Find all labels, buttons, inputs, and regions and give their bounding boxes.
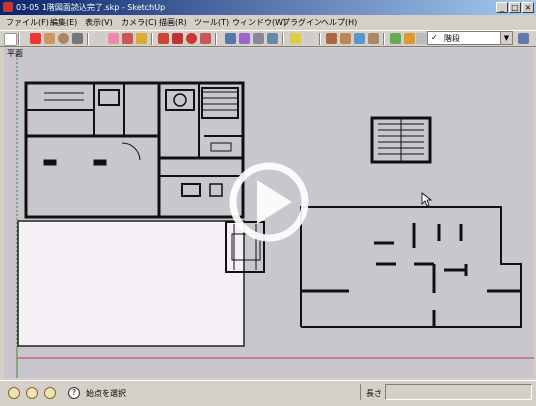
layer-dropdown[interactable]: ✓ 階段 ▼: [427, 31, 513, 45]
measurements-input[interactable]: [385, 384, 532, 400]
maximize-button[interactable]: □: [509, 2, 521, 13]
toolbar-separator: [215, 33, 217, 45]
menu-bar: ファイル(F) 編集(E) 表示(V) カメラ(C) 描画(R) ツール(T) …: [0, 15, 536, 30]
menu-tools[interactable]: ツール(T): [194, 17, 229, 28]
layer-tools-icon[interactable]: [404, 33, 415, 44]
drawing-viewport[interactable]: 平面: [4, 48, 534, 378]
menu-help[interactable]: ヘルプ(H): [321, 17, 357, 28]
measurements-label: 長さ: [366, 389, 382, 398]
circle-tool-icon[interactable]: [58, 33, 69, 44]
mouse-cursor-icon: [421, 192, 433, 207]
menu-camera[interactable]: カメラ(C): [121, 17, 157, 28]
arc-tool-icon[interactable]: [72, 33, 83, 44]
toolbar-separator: [282, 33, 284, 45]
rotate-icon[interactable]: [186, 33, 197, 44]
menu-plugins[interactable]: プラグイン: [282, 17, 322, 28]
help-icon[interactable]: ?: [68, 387, 80, 399]
menu-file[interactable]: ファイル(F): [6, 17, 49, 28]
layer-extra-icon[interactable]: [416, 33, 427, 44]
first-floor-plan: [24, 81, 245, 219]
close-button[interactable]: ×: [522, 2, 534, 13]
credits-icon[interactable]: [26, 387, 38, 399]
layer-dropdown-value: 階段: [444, 34, 460, 43]
status-divider: [360, 384, 361, 400]
dropdown-arrow-icon[interactable]: ▼: [500, 32, 512, 44]
pan-icon[interactable]: [239, 33, 250, 44]
orbit-icon[interactable]: [225, 33, 236, 44]
make-component-icon[interactable]: [94, 33, 105, 44]
geo-location-icon[interactable]: [8, 387, 20, 399]
toolbar-separator: [18, 33, 20, 45]
user-icon[interactable]: [44, 387, 56, 399]
zoom-extents-icon[interactable]: [267, 33, 278, 44]
select-tool-icon[interactable]: [4, 33, 17, 46]
layer-manager-icon[interactable]: [390, 33, 401, 44]
toolbar-separator: [151, 33, 153, 45]
paint-bucket-icon[interactable]: [136, 33, 147, 44]
window-title: 03-05 1階図面読込完了.skp - SketchUp: [16, 3, 166, 12]
minimize-button[interactable]: _: [496, 2, 508, 13]
sketchup-app-icon[interactable]: [3, 2, 13, 12]
layers-window-icon[interactable]: [518, 33, 529, 44]
stair-detail: [370, 116, 432, 164]
second-floor-outline: [300, 206, 522, 328]
title-bar: 03-05 1階図面読込完了.skp - SketchUp _ □ ×: [0, 0, 536, 15]
model-canvas[interactable]: [4, 48, 534, 378]
toolbar-separator: [319, 33, 321, 45]
toolbar-separator: [383, 33, 385, 45]
next-view-icon[interactable]: [304, 33, 315, 44]
toolbar-separator: [87, 33, 89, 45]
menu-view[interactable]: 表示(V): [85, 17, 113, 28]
status-bar: ? 始点を選択 長さ: [0, 380, 536, 406]
google-earth-icon[interactable]: [368, 33, 379, 44]
selected-face-rectangle: [17, 220, 245, 347]
push-pull-icon[interactable]: [158, 33, 169, 44]
previous-view-icon[interactable]: [290, 33, 301, 44]
eraser-icon[interactable]: [108, 33, 119, 44]
tape-measure-icon[interactable]: [122, 33, 133, 44]
pencil-tool-icon[interactable]: [30, 33, 41, 44]
share-component-icon[interactable]: [354, 33, 365, 44]
get-models-icon[interactable]: [326, 33, 337, 44]
menu-edit[interactable]: 編集(E): [50, 17, 77, 28]
share-model-icon[interactable]: [340, 33, 351, 44]
rectangle-tool-icon[interactable]: [44, 33, 55, 44]
zoom-icon[interactable]: [253, 33, 264, 44]
menu-window[interactable]: ウィンドウ(W): [232, 17, 286, 28]
offset-icon[interactable]: [200, 33, 211, 44]
menu-draw[interactable]: 描画(R): [159, 17, 187, 28]
status-message: 始点を選択: [86, 389, 126, 398]
layer-current-check-icon: ✓: [431, 33, 438, 42]
move-icon[interactable]: [172, 33, 183, 44]
